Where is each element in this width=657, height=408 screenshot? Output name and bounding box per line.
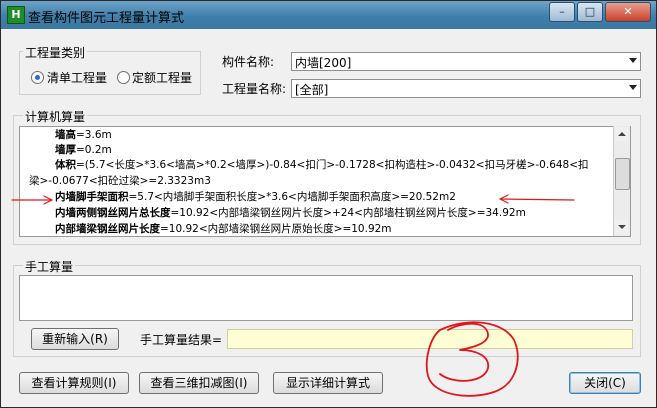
minimize-button[interactable]: – — [549, 2, 575, 22]
close-button[interactable]: 关闭(C) — [569, 372, 641, 394]
view-3d-deduction-button[interactable]: 查看三维扣减图(I) — [139, 372, 259, 394]
computer-calc-label: 计算机算量 — [23, 108, 88, 125]
title-bar[interactable]: H 查看构件图元工程量计算式 – □ ✕ — [1, 1, 656, 29]
manual-result-field[interactable] — [227, 329, 633, 349]
radio-bill-quantity[interactable] — [31, 71, 44, 84]
quantity-name-value: [全部] — [295, 83, 329, 97]
maximize-button[interactable]: □ — [577, 2, 603, 22]
reenter-button[interactable]: 重新输入(R) — [31, 328, 119, 350]
component-name-value: 内墙[200] — [295, 56, 352, 70]
manual-calc-input[interactable] — [19, 275, 633, 321]
chevron-down-icon — [629, 58, 637, 63]
calc-line: 梁>-0.0677<扣砼过梁>=2.3323m3 — [29, 175, 211, 187]
calc-scrollbar[interactable] — [613, 126, 630, 236]
quantity-name-select[interactable]: [全部] — [291, 79, 641, 98]
calc-line: 内部墙梁钢丝网片长度=10.92<内部墙梁钢丝网片原始长度>=10.92m — [55, 223, 392, 235]
dialog-window: H 查看构件图元工程量计算式 – □ ✕ 工程量类别 清单工程量 定额工程量 构… — [0, 0, 657, 408]
component-name-select[interactable]: 内墙[200] — [291, 52, 641, 71]
quantity-name-label: 工程量名称: — [222, 82, 287, 96]
show-detail-formula-button[interactable]: 显示详细计算式 — [273, 372, 383, 394]
computer-calc-textarea[interactable]: 墙高=3.6m 墙厚=0.2m 体积=(5.7<长度>*3.6<墙高>*0.2<… — [19, 126, 631, 237]
app-icon: H — [7, 6, 25, 24]
calc-line: 体积=(5.7<长度>*3.6<墙高>*0.2<墙厚>)-0.84<扣门>-0.… — [55, 159, 589, 171]
arrow-down-icon — [618, 225, 626, 229]
radio-bill-quantity-label[interactable]: 清单工程量 — [47, 69, 107, 86]
quantity-type-label: 工程量类别 — [23, 44, 88, 61]
scroll-down-button[interactable] — [615, 220, 628, 234]
close-window-button[interactable]: ✕ — [605, 2, 651, 22]
window-title: 查看构件图元工程量计算式 — [28, 11, 185, 26]
component-name-label: 构件名称: — [222, 55, 275, 69]
scroll-up-button[interactable] — [615, 127, 628, 141]
scroll-thumb[interactable] — [615, 158, 630, 190]
chevron-down-icon — [629, 85, 637, 90]
calc-line: 内墙两侧钢丝网片总长度=10.92<内部墙梁钢丝网片长度>+24<内部墙柱钢丝网… — [55, 207, 526, 219]
radio-quota-quantity-label[interactable]: 定额工程量 — [132, 69, 192, 86]
calc-line: 墙高=3.6m — [55, 129, 112, 141]
radio-quota-quantity[interactable] — [117, 71, 130, 84]
manual-result-label: 手工算量结果= — [140, 333, 223, 347]
calc-line: 墙厚=0.2m — [55, 144, 112, 156]
view-calc-rules-button[interactable]: 查看计算规则(I) — [19, 372, 129, 394]
calc-line-highlighted: 内墙脚手架面积=5.7<内墙脚手架面积长度>*3.6<内墙脚手架面积高度>=20… — [55, 191, 456, 203]
arrow-up-icon — [618, 132, 626, 136]
manual-calc-label: 手工算量 — [23, 258, 76, 275]
